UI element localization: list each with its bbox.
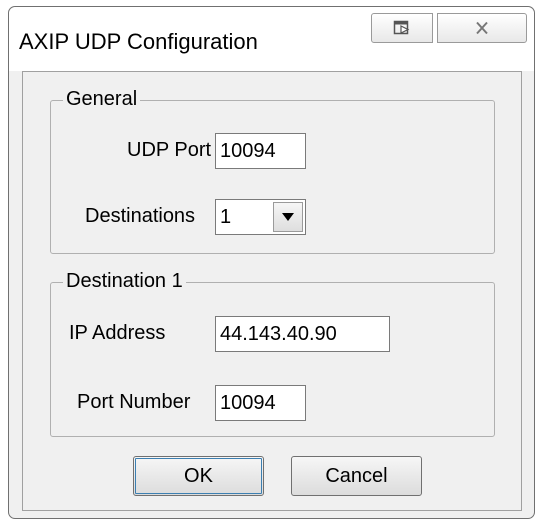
- ip-address-input[interactable]: [215, 316, 390, 352]
- general-group-label: General: [63, 88, 141, 111]
- window-title: AXIP UDP Configuration: [19, 29, 258, 54]
- udp-port-input[interactable]: [215, 133, 306, 169]
- cancel-button[interactable]: Cancel: [291, 456, 422, 496]
- ip-address-label: IP Address: [69, 322, 166, 344]
- udp-port-label: UDP Port: [127, 139, 212, 161]
- destinations-label: Destinations: [85, 205, 196, 227]
- ok-button[interactable]: OK: [133, 456, 264, 496]
- port-number-label: Port Number: [77, 391, 191, 413]
- close-icon: [476, 21, 488, 35]
- chevron-down-icon: [282, 213, 294, 221]
- port-number-input[interactable]: [215, 385, 306, 421]
- close-button[interactable]: [437, 13, 527, 43]
- dialog-client-area: General UDP Port Destinations 1 Destinat…: [22, 71, 522, 511]
- destination-groupbox: Destination 1 IP Address Port Number: [50, 270, 495, 437]
- dropdown-button[interactable]: [273, 202, 303, 232]
- general-groupbox: General UDP Port Destinations 1: [50, 88, 495, 254]
- restore-window-icon: [393, 20, 410, 35]
- destinations-dropdown[interactable]: 1: [215, 199, 306, 235]
- dialog-window: AXIP UDP Configuration General UDP Port …: [8, 6, 535, 519]
- title-bar[interactable]: AXIP UDP Configuration: [9, 7, 534, 71]
- destinations-selected-value: 1: [220, 206, 232, 228]
- destination-group-label: Destination 1: [63, 270, 186, 293]
- restore-button[interactable]: [371, 13, 433, 43]
